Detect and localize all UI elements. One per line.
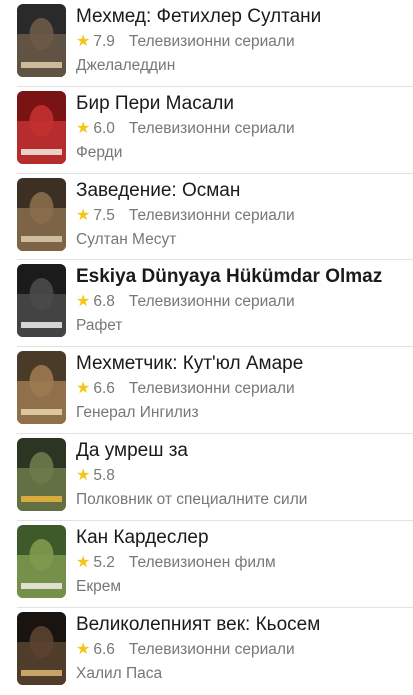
item-meta: ★ 7.5 Телевизионни сериали [76,206,295,226]
rating-value: 6.6 [93,640,115,658]
list-item[interactable]: Бир Пери Масали ★ 6.0 Телевизионни сериали… [0,87,413,174]
item-meta: ★ 6.0 Телевизионни сериали [76,119,295,139]
poster-bir-peri-masali[interactable] [17,90,66,164]
item-type: Телевизионни сериали [128,206,295,224]
star-icon: ★ [76,293,91,311]
character-role: Генерал Ингилиз [76,404,199,422]
item-title[interactable]: Да умреш за [76,439,407,463]
rating-value: 7.9 [93,33,115,50]
item-meta: ★ 6.6 Телевизионни сериали [76,379,295,399]
character-role: Халил Паса [76,664,163,682]
list-item[interactable]: Да умреш за ★ 5.8 Полковник от специалнит… [0,434,413,521]
item-title[interactable]: Мехмед: Фетихлер Султани [76,5,407,29]
item-type: Телевизионни сериали [128,119,295,137]
character-role: Султан Месут [76,230,177,248]
character-role: Екрем [76,577,122,595]
star-icon: ★ [76,33,91,50]
rating-value: 6.0 [93,119,115,137]
star-icon: ★ [76,119,91,137]
item-meta: ★ 5.8 [76,466,129,486]
item-meta: ★ 5.2 Телевизионен филм [76,553,276,573]
poster-da-umresh-za[interactable] [17,437,66,511]
item-type: Телевизионни сериали [128,33,295,50]
item-meta: ★ 7.9 Телевизионни сериали [76,32,295,52]
poster-osman[interactable] [17,177,66,251]
poster-edho[interactable] [17,264,66,338]
character-role: Джелаледдин [76,57,176,74]
item-type: Телевизионни сериали [128,293,295,311]
list-item[interactable]: Кан Кардеслер ★ 5.2 Телевизионен филм Екре… [0,521,413,608]
rating-value: 6.6 [93,380,115,398]
poster-kosem[interactable] [17,611,66,685]
item-type: Телевизионни сериали [128,640,295,658]
list-item[interactable]: Великолепният век: Кьосем ★ 6.6 Телевизион… [0,608,413,695]
item-type: Телевизионен филм [128,553,276,571]
rating-value: 6.8 [93,293,115,311]
list-item[interactable]: Заведение: Осман ★ 7.5 Телевизионни сериал… [0,174,413,261]
list-item[interactable]: Eskiya Dünyaya Hükümdar Olmaz ★ 6.8 Телеви… [0,260,413,347]
item-meta: ★ 6.6 Телевизионни сериали [76,640,295,660]
item-type: Телевизионни сериали [128,380,295,398]
filmography-list: Мехмед: Фетихлер Султани ★ 7.9 Телевизионн… [0,0,413,694]
item-title[interactable]: Бир Пери Масали [76,92,407,116]
poster-mehmed[interactable] [17,4,66,77]
item-title[interactable]: Заведение: Осман [76,179,407,203]
star-icon: ★ [76,553,91,571]
poster-kan-kardesler[interactable] [17,524,66,598]
star-icon: ★ [76,640,91,658]
list-item[interactable]: Мехметчик: Кут'юл Амаре ★ 6.6 Телевизионни… [0,347,413,434]
rating-value: 7.5 [93,206,115,224]
item-title[interactable]: Кан Кардеслер [76,526,407,550]
rating-value: 5.8 [93,466,115,484]
character-role: Ферди [76,143,123,161]
star-icon: ★ [76,466,91,484]
star-icon: ★ [76,206,91,224]
character-role: Рафет [76,317,123,335]
item-meta: ★ 6.8 Телевизионни сериали [76,292,295,312]
item-title[interactable]: Великолепният век: Кьосем [76,613,407,637]
item-title[interactable]: Eskiya Dünyaya Hükümdar Olmaz [76,265,407,289]
list-item[interactable]: Мехмед: Фетихлер Султани ★ 7.9 Телевизионн… [0,0,413,87]
item-title[interactable]: Мехметчик: Кут'юл Амаре [76,352,407,376]
poster-mehmetcik[interactable] [17,351,66,425]
rating-value: 5.2 [93,553,115,571]
character-role: Полковник от специалните сили [76,490,308,508]
star-icon: ★ [76,380,91,398]
